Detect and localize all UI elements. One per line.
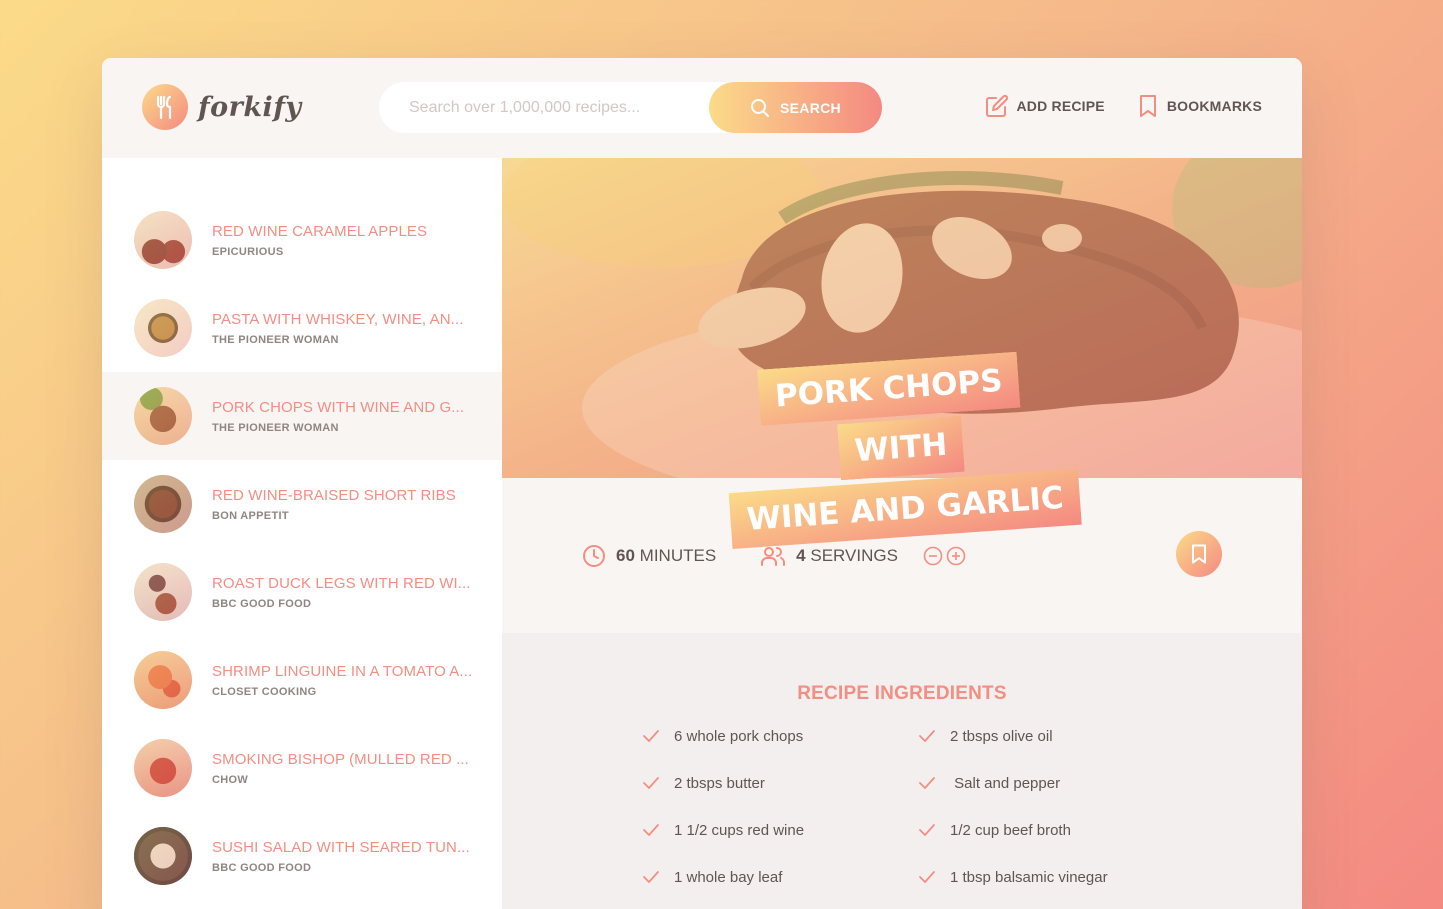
app-container: forkify SEARCH ADD RECIPE: [102, 58, 1302, 909]
result-publisher: THE PIONEER WOMAN: [212, 333, 339, 346]
check-icon: [643, 777, 659, 789]
result-publisher: BBC GOOD FOOD: [212, 861, 312, 874]
ingredients-list: 6 whole pork chops 2 tbsps olive oil 2 t…: [502, 725, 1302, 888]
recipe-figure: PORK CHOPS WITH WINE AND GARLIC: [502, 158, 1302, 549]
result-item-active[interactable]: PORK CHOPS WITH WINE AND G... THE PIONEER…: [102, 372, 502, 460]
ingredient-text: 1 1/2 cups red wine: [674, 821, 805, 839]
result-item[interactable]: SHRIMP LINGUINE IN A TOMATO A... CLOSET C…: [102, 636, 502, 724]
logo[interactable]: forkify: [142, 84, 302, 130]
result-thumbnail: [134, 651, 192, 709]
edit-icon: [985, 94, 1008, 117]
ingredient-item: 1 tbsp balsamic vinegar: [918, 866, 1198, 888]
header: forkify SEARCH ADD RECIPE: [102, 58, 1302, 158]
result-title: SMOKING BISHOP (MULLED RED ...: [212, 750, 469, 768]
result-item[interactable]: RED WINE CARAMEL APPLES EPICURIOUS: [102, 196, 502, 284]
result-publisher: BON APPETIT: [212, 509, 289, 522]
result-publisher: CLOSET COOKING: [212, 685, 317, 698]
result-item[interactable]: SUSHI SALAD WITH SEARED TUN... BBC GOOD F…: [102, 812, 502, 900]
ingredient-item: 1/2 cup beef broth: [918, 819, 1198, 841]
search-icon: [751, 98, 770, 117]
ingredient-item: 6 whole pork chops: [642, 725, 918, 747]
decrease-servings-button[interactable]: [923, 546, 943, 566]
search-button-label: SEARCH: [780, 99, 841, 116]
ingredient-text: 1 tbsp balsamic vinegar: [950, 868, 1108, 886]
search-form: SEARCH: [379, 82, 882, 133]
result-item[interactable]: PASTA WITH WHISKEY, WINE, AN... THE PIONE…: [102, 284, 502, 372]
servings-value: 4: [796, 545, 806, 565]
result-thumbnail: [134, 299, 192, 357]
result-thumbnail: [134, 563, 192, 621]
recipe-panel: PORK CHOPS WITH WINE AND GARLIC 60 MINUT…: [502, 158, 1302, 909]
result-thumbnail: [134, 475, 192, 533]
recipe-details: 60 MINUTES 4 SERVINGS: [502, 478, 1302, 633]
minutes-label: MINUTES: [639, 545, 717, 565]
minutes-value: 60: [616, 545, 635, 565]
result-thumbnail: [134, 827, 192, 885]
bookmarks-label: BOOKMARKS: [1166, 98, 1262, 114]
plus-circle-icon: [946, 546, 966, 565]
cooking-time: 60 MINUTES: [582, 544, 716, 568]
ingredient-text: 1 whole bay leaf: [674, 868, 783, 886]
check-icon: [919, 871, 935, 883]
ingredient-item: Salt and pepper: [918, 772, 1198, 794]
result-title: PORK CHOPS WITH WINE AND G...: [212, 398, 465, 416]
add-recipe-button[interactable]: ADD RECIPE: [985, 94, 1105, 118]
ingredient-text: Salt and pepper: [950, 774, 1061, 792]
check-icon: [643, 824, 659, 836]
result-publisher: CHOW: [212, 773, 249, 786]
ingredient-item: 1 whole bay leaf: [642, 866, 918, 888]
result-thumbnail: [134, 211, 192, 269]
search-button[interactable]: SEARCH: [709, 82, 882, 133]
result-publisher: EPICURIOUS: [212, 245, 284, 258]
add-recipe-label: ADD RECIPE: [1016, 98, 1105, 114]
ingredient-item: 2 tbsps olive oil: [918, 725, 1198, 747]
minus-circle-icon: [923, 546, 943, 565]
result-title: RED WINE CARAMEL APPLES: [212, 222, 428, 240]
check-icon: [919, 777, 935, 789]
result-title: PASTA WITH WHISKEY, WINE, AN...: [212, 310, 464, 328]
logo-text: forkify: [198, 91, 302, 123]
ingredients-section: RECIPE INGREDIENTS 6 whole pork chops 2 …: [502, 633, 1302, 909]
result-thumbnail: [134, 739, 192, 797]
ingredient-text: 6 whole pork chops: [674, 727, 804, 745]
ingredient-text: 2 tbsps butter: [674, 774, 765, 792]
bookmark-icon: [1192, 544, 1206, 564]
servings-label: SERVINGS: [810, 545, 898, 565]
bookmark-recipe-button[interactable]: [1176, 531, 1222, 577]
check-icon: [643, 730, 659, 742]
result-publisher: BBC GOOD FOOD: [212, 597, 312, 610]
result-thumbnail: [134, 387, 192, 445]
ingredient-item: 2 tbsps butter: [642, 772, 918, 794]
recipe-title-line-1: PORK CHOPS WITH: [757, 351, 1021, 481]
ingredient-text: 2 tbsps olive oil: [950, 727, 1053, 745]
check-icon: [919, 730, 935, 742]
nav: ADD RECIPE BOOKMARKS: [985, 94, 1263, 118]
result-publisher: THE PIONEER WOMAN: [212, 421, 339, 434]
increase-servings-button[interactable]: [946, 546, 966, 566]
fork-spoon-icon: [142, 84, 188, 130]
result-title: SHRIMP LINGUINE IN A TOMATO A...: [212, 662, 473, 680]
result-title: ROAST DUCK LEGS WITH RED WI...: [212, 574, 471, 592]
bookmark-icon: [1139, 95, 1156, 117]
search-results: RED WINE CARAMEL APPLES EPICURIOUS PASTA …: [102, 158, 502, 909]
search-input[interactable]: [409, 98, 699, 117]
result-item[interactable]: SMOKING BISHOP (MULLED RED ... CHOW: [102, 724, 502, 812]
result-item[interactable]: ROAST DUCK LEGS WITH RED WI... BBC GOOD F…: [102, 548, 502, 636]
result-title: SUSHI SALAD WITH SEARED TUN...: [212, 838, 470, 856]
check-icon: [919, 824, 935, 836]
check-icon: [643, 871, 659, 883]
servings-controls: [923, 546, 966, 566]
users-icon: [761, 546, 786, 566]
bookmarks-button[interactable]: BOOKMARKS: [1137, 94, 1262, 118]
ingredient-text: 1/2 cup beef broth: [950, 821, 1071, 839]
servings-info: 4 SERVINGS: [760, 544, 966, 568]
ingredients-heading: RECIPE INGREDIENTS: [797, 683, 1007, 704]
result-item[interactable]: RED WINE-BRAISED SHORT RIBS BON APPETIT: [102, 460, 502, 548]
ingredient-item: 1 1/2 cups red wine: [642, 819, 918, 841]
clock-icon: [583, 544, 605, 567]
result-title: RED WINE-BRAISED SHORT RIBS: [212, 486, 456, 504]
